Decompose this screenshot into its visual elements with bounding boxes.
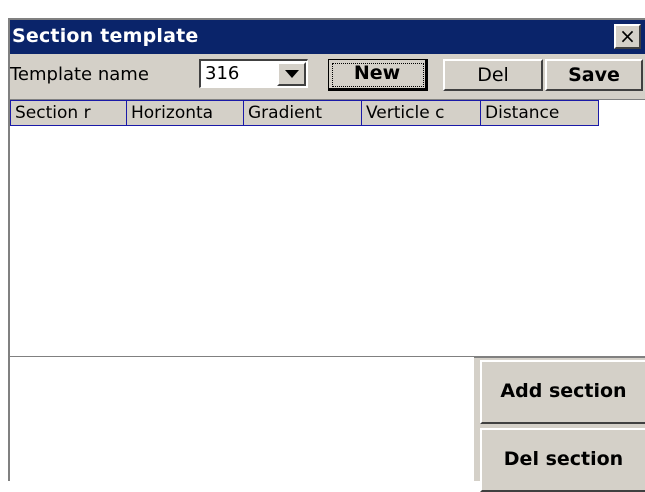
section-template-window: Section template × Template name 316 New… [8,18,645,492]
column-header-horizontal[interactable]: Horizonta [127,100,244,126]
column-header-section[interactable]: Section r [10,100,127,126]
column-header-distance[interactable]: Distance [481,100,599,126]
close-button[interactable]: × [614,24,641,49]
column-header-verticle[interactable]: Verticle c [362,100,481,126]
bottom-panel: Add section Del section [10,357,645,492]
dropdown-arrow-icon[interactable] [277,62,306,86]
toolbar: Template name 316 New Del Save [10,54,645,94]
add-section-button[interactable]: Add section [480,360,645,424]
template-name-combobox[interactable]: 316 [199,59,308,88]
del-section-button[interactable]: Del section [480,428,645,492]
del-button[interactable]: Del [443,59,543,91]
grid-header: Section r Horizonta Gradient Verticle c … [10,100,599,128]
new-button[interactable]: New [328,59,428,91]
column-header-gradient[interactable]: Gradient [244,100,362,126]
section-grid[interactable]: Section r Horizonta Gradient Verticle c … [10,99,645,358]
title-bar: Section template × [10,20,645,54]
template-name-label: Template name [10,64,149,85]
close-icon: × [619,24,636,48]
window-title: Section template [12,25,199,47]
save-button[interactable]: Save [545,59,643,91]
template-name-value: 316 [205,63,240,84]
section-detail-area [10,357,474,483]
